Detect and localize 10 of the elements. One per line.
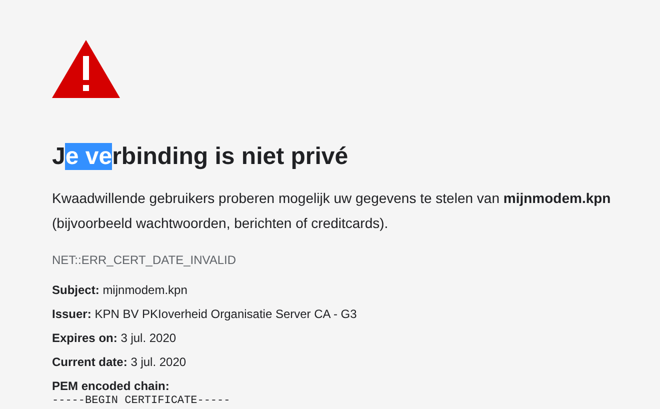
- page-heading: Je verbinding is niet privé: [52, 142, 350, 172]
- certificate-detail: Current date: 3 jul. 2020: [52, 354, 188, 371]
- certificate-detail: Issuer: KPN BV PKIoverheid Organisatie Server CA - G3: [52, 306, 358, 323]
- certificate-detail: Subject: mijnmodem.kpn: [52, 282, 188, 299]
- error-code: NET::ERR_CERT_DATE_INVALID: [52, 252, 238, 269]
- certificate-detail: Expires on: 3 jul. 2020: [52, 330, 178, 347]
- certificate-text: -----BEGIN CERTIFICATE-----: [52, 395, 232, 407]
- warning-message: Kwaadwillende gebruikers proberen mogelijk uw gegevens te stelen van mijnmodem.kpn (bijvoorbeeld wachtwoorden, berichten of creditcards).: [52, 189, 612, 233]
- warning-icon: [52, 40, 120, 98]
- pem-label: PEM encoded chain:: [52, 378, 170, 395]
